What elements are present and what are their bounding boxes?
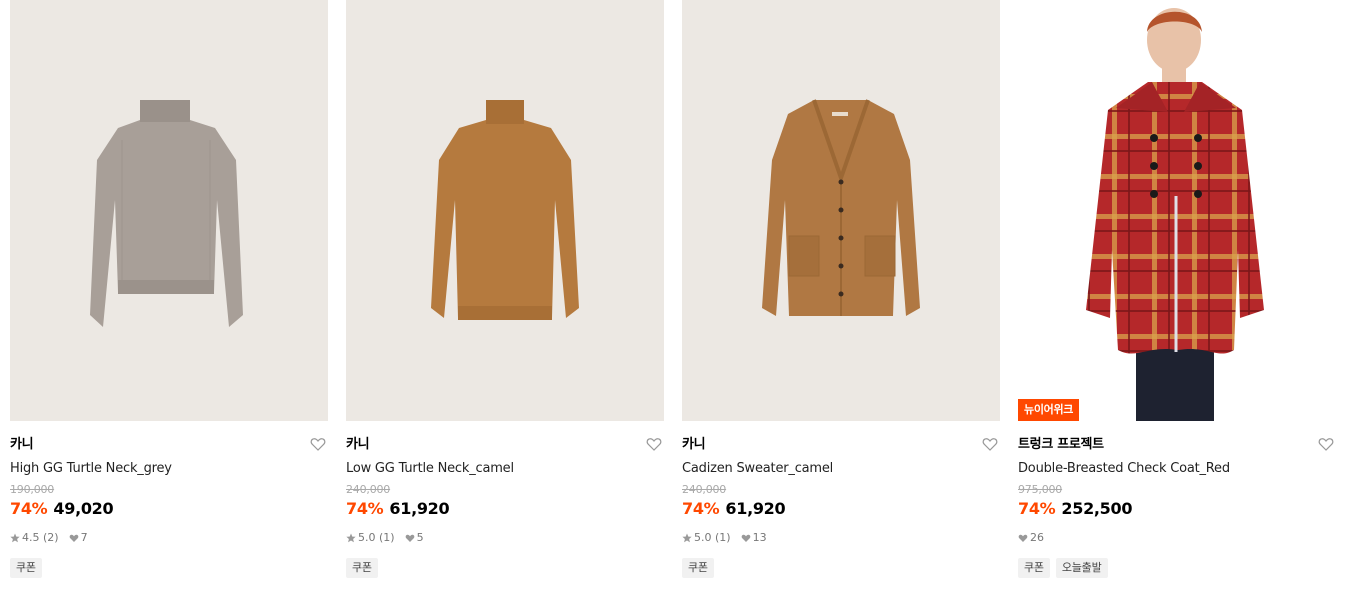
product-image[interactable] bbox=[346, 0, 664, 421]
brand-name[interactable]: 카니 bbox=[346, 435, 664, 455]
heart-icon bbox=[1018, 533, 1028, 543]
original-price: 975,000 bbox=[1018, 483, 1063, 496]
turtleneck-sweater-grey-icon bbox=[10, 0, 328, 421]
like-count: 13 bbox=[752, 531, 767, 544]
original-price: 240,000 bbox=[682, 483, 727, 496]
sale-price: 252,500 bbox=[1061, 499, 1133, 518]
price-row: 74% 49,020 bbox=[10, 499, 328, 519]
cardigan-camel-icon bbox=[682, 0, 1000, 421]
product-image[interactable] bbox=[10, 0, 328, 421]
like-count: 5 bbox=[416, 531, 424, 544]
coupon-tag: 쿠폰 bbox=[10, 558, 42, 578]
like-count: 26 bbox=[1030, 531, 1044, 544]
product-image[interactable]: 뉴이어위크 bbox=[1018, 0, 1336, 421]
wishlist-heart-icon[interactable] bbox=[982, 436, 998, 452]
wishlist-heart-icon[interactable] bbox=[310, 436, 326, 452]
brand-name[interactable]: 카니 bbox=[10, 435, 328, 455]
star-icon bbox=[10, 533, 20, 543]
coupon-tag: 쿠폰 bbox=[346, 558, 378, 578]
sale-price: 61,920 bbox=[389, 499, 450, 518]
heart-icon bbox=[405, 533, 415, 543]
product-card[interactable]: 카니 Cadizen Sweater_camel 240,000 74% 61,9… bbox=[682, 0, 1000, 591]
sale-price: 61,920 bbox=[725, 499, 786, 518]
wishlist-heart-icon[interactable] bbox=[646, 436, 662, 452]
brand-name[interactable]: 트렁크 프로젝트 bbox=[1018, 435, 1336, 455]
original-price: 240,000 bbox=[346, 483, 391, 496]
discount-rate: 74% bbox=[10, 499, 48, 518]
original-price: 190,000 bbox=[10, 483, 55, 496]
tag-list: 쿠폰 오늘출발 bbox=[1018, 558, 1336, 578]
price-row: 74% 61,920 bbox=[346, 499, 664, 519]
product-name[interactable]: Low GG Turtle Neck_camel bbox=[346, 460, 664, 478]
review-meta: 5.0 (1) 13 bbox=[682, 531, 1000, 545]
review-meta: 26 bbox=[1018, 531, 1336, 545]
discount-rate: 74% bbox=[682, 499, 720, 518]
star-icon bbox=[346, 533, 356, 543]
heart-icon bbox=[741, 533, 751, 543]
discount-rate: 74% bbox=[346, 499, 384, 518]
same-day-shipping-tag: 오늘출발 bbox=[1055, 558, 1108, 578]
brand-name[interactable]: 카니 bbox=[682, 435, 1000, 455]
rating-text: 5.0 (1) bbox=[358, 531, 395, 544]
model-red-check-coat-icon bbox=[1018, 0, 1336, 421]
like-count: 7 bbox=[80, 531, 88, 544]
review-meta: 5.0 (1) 5 bbox=[346, 531, 664, 545]
product-name[interactable]: Double-Breasted Check Coat_Red bbox=[1018, 460, 1336, 478]
product-name[interactable]: Cadizen Sweater_camel bbox=[682, 460, 1000, 478]
tag-list: 쿠폰 bbox=[346, 558, 664, 578]
event-badge: 뉴이어위크 bbox=[1018, 399, 1080, 421]
heart-icon bbox=[69, 533, 79, 543]
product-image[interactable] bbox=[682, 0, 1000, 421]
coupon-tag: 쿠폰 bbox=[682, 558, 714, 578]
product-card[interactable]: 카니 Low GG Turtle Neck_camel 240,000 74% 6… bbox=[346, 0, 664, 591]
sale-price: 49,020 bbox=[53, 499, 114, 518]
tag-list: 쿠폰 bbox=[682, 558, 1000, 578]
price-row: 74% 252,500 bbox=[1018, 499, 1336, 519]
tag-list: 쿠폰 bbox=[10, 558, 328, 578]
coupon-tag: 쿠폰 bbox=[1018, 558, 1050, 578]
star-icon bbox=[682, 533, 692, 543]
discount-rate: 74% bbox=[1018, 499, 1056, 518]
review-meta: 4.5 (2) 7 bbox=[10, 531, 328, 545]
price-row: 74% 61,920 bbox=[682, 499, 1000, 519]
product-card[interactable]: 뉴이어위크 트렁크 프로젝트 Double-Breasted Check Coa… bbox=[1018, 0, 1336, 591]
rating-text: 4.5 (2) bbox=[22, 531, 59, 544]
product-grid: 카니 High GG Turtle Neck_grey 190,000 74% 4… bbox=[0, 0, 1345, 591]
wishlist-heart-icon[interactable] bbox=[1318, 436, 1334, 452]
product-name[interactable]: High GG Turtle Neck_grey bbox=[10, 460, 328, 478]
turtleneck-sweater-camel-icon bbox=[346, 0, 664, 421]
rating-text: 5.0 (1) bbox=[694, 531, 731, 544]
product-card[interactable]: 카니 High GG Turtle Neck_grey 190,000 74% 4… bbox=[10, 0, 328, 591]
